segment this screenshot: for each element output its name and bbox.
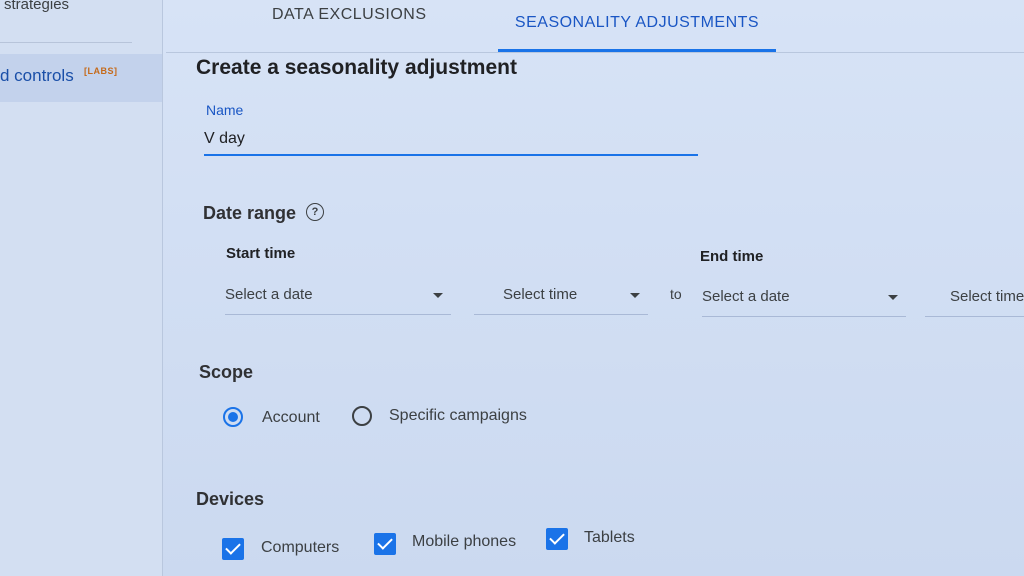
name-field-label: Name bbox=[206, 102, 244, 118]
chevron-down-icon bbox=[433, 293, 443, 298]
labs-badge: [LABS] bbox=[84, 66, 118, 76]
radio-specific-campaigns[interactable] bbox=[352, 406, 372, 426]
range-separator: to bbox=[670, 286, 682, 302]
end-date-select[interactable]: Select a date bbox=[702, 282, 906, 317]
checkbox-label-computers[interactable]: Computers bbox=[261, 539, 339, 557]
page-title: Create a seasonality adjustment bbox=[196, 56, 517, 79]
chevron-down-icon bbox=[888, 295, 898, 300]
tab-label: DATA EXCLUSIONS bbox=[272, 6, 427, 23]
start-time-select[interactable]: Select time bbox=[474, 280, 648, 315]
page: strategies d controls [LABS] DATA EXCLUS… bbox=[0, 0, 1024, 576]
checkbox-label-mobile-phones[interactable]: Mobile phones bbox=[412, 533, 516, 551]
devices-heading: Devices bbox=[196, 489, 265, 509]
tab-data-exclusions[interactable]: DATA EXCLUSIONS bbox=[272, 4, 427, 56]
checkbox-mobile-phones[interactable] bbox=[374, 533, 396, 555]
radio-label-specific-campaigns[interactable]: Specific campaigns bbox=[389, 407, 527, 425]
end-time-value: Select time bbox=[950, 288, 1024, 305]
date-range-heading: Date range bbox=[203, 203, 297, 223]
sidebar: strategies d controls [LABS] bbox=[0, 0, 163, 576]
start-time-value: Select time bbox=[503, 286, 578, 303]
checkbox-label-tablets[interactable]: Tablets bbox=[584, 529, 635, 547]
start-date-select[interactable]: Select a date bbox=[225, 280, 451, 315]
sidebar-item-strategies[interactable]: strategies bbox=[4, 0, 69, 13]
checkbox-computers[interactable] bbox=[222, 538, 244, 560]
help-icon[interactable]: ? bbox=[306, 203, 324, 221]
radio-label-account[interactable]: Account bbox=[262, 409, 320, 427]
sidebar-divider bbox=[0, 42, 132, 43]
tab-label: SEASONALITY ADJUSTMENTS bbox=[514, 14, 760, 31]
sidebar-item-label: d controls bbox=[0, 66, 74, 85]
name-input[interactable] bbox=[204, 124, 698, 156]
sidebar-item-controls[interactable]: d controls [LABS] bbox=[0, 54, 162, 102]
end-time-select[interactable]: Select time bbox=[925, 282, 1024, 317]
start-date-value: Select a date bbox=[225, 286, 313, 303]
end-date-value: Select a date bbox=[702, 288, 790, 305]
scope-heading: Scope bbox=[199, 362, 254, 382]
radio-account[interactable] bbox=[223, 407, 243, 427]
checkbox-tablets[interactable] bbox=[546, 528, 568, 550]
tab-seasonality-adjustments[interactable]: SEASONALITY ADJUSTMENTS bbox=[498, 0, 776, 52]
end-time-label: End time bbox=[700, 248, 764, 265]
sidebar-item-label: strategies bbox=[4, 0, 70, 13]
chevron-down-icon bbox=[630, 293, 640, 298]
active-tab-indicator bbox=[498, 49, 776, 52]
start-time-label: Start time bbox=[226, 245, 296, 262]
tab-bar: DATA EXCLUSIONS SEASONALITY ADJUSTMENTS bbox=[166, 0, 1024, 53]
